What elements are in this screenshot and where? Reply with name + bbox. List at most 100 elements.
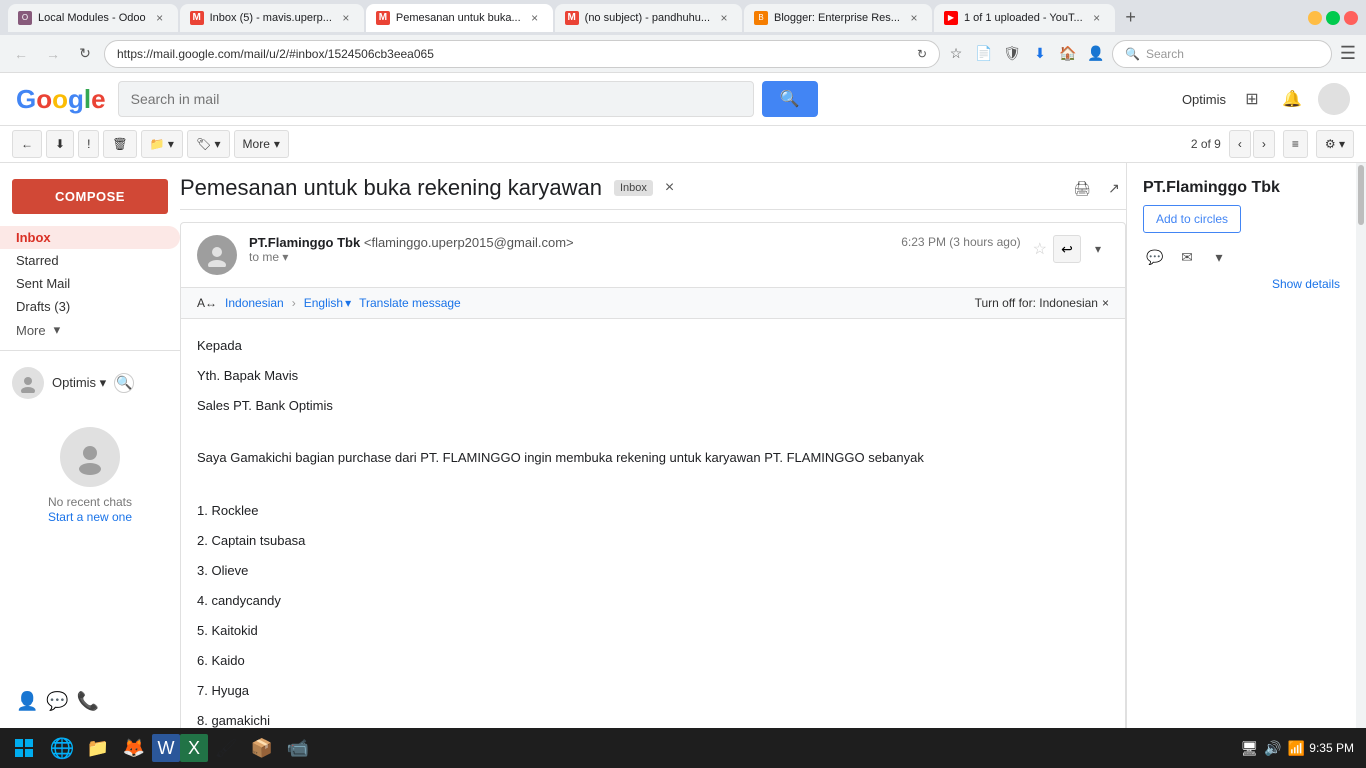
sidebar-more-button[interactable]: More ▾ <box>0 318 180 342</box>
close-button[interactable] <box>1344 11 1358 25</box>
start-chat-link[interactable]: Start a new one <box>48 510 132 524</box>
minimize-button[interactable] <box>1308 11 1322 25</box>
taskbar-excel-icon[interactable]: X <box>180 734 208 762</box>
tab-title-gmail-nosubject: (no subject) - pandhuhu... <box>585 12 710 24</box>
sender-to[interactable]: to me ▾ <box>249 250 889 264</box>
compose-button[interactable]: COMPOSE <box>12 179 168 214</box>
tab-gmail-active[interactable]: M Pemesanan untuk buka... × <box>366 4 553 32</box>
person-bottom-icon[interactable]: 👤 <box>16 691 38 712</box>
next-page-button[interactable]: › <box>1253 130 1275 158</box>
body-intro: Saya Gamakichi bagian purchase dari PT. … <box>197 447 1109 469</box>
right-panel: PT.Flaminggo Tbk Add to circles 💬 ✉ ▾ Sh… <box>1126 163 1356 768</box>
taskbar-ie-icon[interactable]: 🌐 <box>44 730 80 766</box>
tab-blogger[interactable]: B Blogger: Enterprise Res... × <box>744 4 932 32</box>
address-bar[interactable]: https://mail.google.com/mail/u/2/#inbox/… <box>104 40 940 68</box>
reader-icon[interactable]: 📄 <box>974 44 994 64</box>
network-icon[interactable]: 🖥 <box>1241 740 1259 757</box>
tab-close-odoo[interactable]: × <box>152 10 168 26</box>
taskbar-folder-icon[interactable]: 📁 <box>80 730 116 766</box>
user-avatar[interactable] <box>1318 83 1350 115</box>
taskbar-winrar-icon[interactable]: 📦 <box>244 730 280 766</box>
translate-message-link[interactable]: Translate message <box>359 296 461 310</box>
translate-from-lang[interactable]: Indonesian <box>225 296 284 310</box>
delete-button[interactable]: 🗑 <box>103 130 136 158</box>
reply-button[interactable]: ↩ <box>1053 235 1081 263</box>
tab-youtube[interactable]: ▶ 1 of 1 uploaded - YouT... × <box>934 4 1115 32</box>
prev-page-button[interactable]: ‹ <box>1229 130 1251 158</box>
message-actions: ☆ ↩ ▾ <box>1033 235 1109 263</box>
close-translate-icon[interactable]: × <box>1102 296 1109 310</box>
more-contact-icon[interactable]: ▾ <box>1207 245 1231 269</box>
maximize-button[interactable] <box>1326 11 1340 25</box>
move-to-button[interactable]: 📁 ▾ <box>141 130 183 158</box>
taskbar-right: 🖥 🔊 📶 9:35 PM <box>1233 740 1362 757</box>
tab-gmail-inbox[interactable]: M Inbox (5) - mavis.uperp... × <box>180 4 364 32</box>
notifications-icon[interactable]: 🔔 <box>1278 85 1306 113</box>
gmail-search-button[interactable]: 🔍 <box>762 81 818 117</box>
forward-button[interactable]: → <box>40 41 66 67</box>
external-link-icon[interactable]: ↗ <box>1102 176 1126 200</box>
tab-close-gmail2[interactable]: × <box>527 10 543 26</box>
settings-button[interactable]: ⚙ ▾ <box>1316 130 1354 158</box>
more-actions-button[interactable]: More ▾ <box>234 130 289 158</box>
translate-to-lang[interactable]: English ▾ <box>304 296 351 310</box>
tab-title-gmail-inbox: Inbox (5) - mavis.uperp... <box>210 12 332 24</box>
apps-icon[interactable]: ⊞ <box>1238 85 1266 113</box>
signal-icon[interactable]: 📶 <box>1288 740 1305 757</box>
new-tab-button[interactable]: + <box>1117 4 1145 32</box>
view-toggle-button[interactable]: ≡ <box>1283 130 1308 158</box>
tab-close-blogger[interactable]: × <box>906 10 922 26</box>
back-to-inbox-button[interactable]: ← <box>12 130 42 158</box>
scrollbar-thumb[interactable] <box>1358 165 1364 225</box>
tab-odoo[interactable]: O Local Modules - Odoo × <box>8 4 178 32</box>
start-button[interactable] <box>4 728 44 768</box>
turn-off-translate[interactable]: Turn off for: Indonesian × <box>975 296 1109 310</box>
archive-button[interactable]: ⬇ <box>46 130 74 158</box>
sidebar-item-sent[interactable]: Sent Mail <box>0 272 180 295</box>
chat-contact-icon[interactable]: 💬 <box>1143 245 1167 269</box>
tab-gmail-nosubject[interactable]: M (no subject) - pandhuhu... × <box>555 4 742 32</box>
browser-search-bar[interactable]: 🔍 Search <box>1112 40 1332 68</box>
taskbar-word-icon[interactable]: W <box>152 734 180 762</box>
phone-icon[interactable]: 📞 <box>77 691 99 712</box>
email-contact-icon[interactable]: ✉ <box>1175 245 1199 269</box>
search-contacts-icon[interactable]: 🔍 <box>114 373 134 393</box>
back-button[interactable]: ← <box>8 41 34 67</box>
tab-close-youtube[interactable]: × <box>1089 10 1105 26</box>
chat-icon[interactable]: 💬 <box>46 691 68 712</box>
bookmark-icon[interactable]: ☆ <box>946 44 966 64</box>
sidebar-item-inbox[interactable]: Inbox <box>0 226 180 249</box>
chat-avatar-icon <box>72 439 108 475</box>
shield-icon[interactable]: 🛡 <box>1002 44 1022 64</box>
email-message-header: PT.Flaminggo Tbk <flaminggo.uperp2015@gm… <box>181 223 1125 287</box>
taskbar-skype-icon[interactable]: 📹 <box>280 730 316 766</box>
tab-close-gmail1[interactable]: × <box>338 10 354 26</box>
tab-close-gmail3[interactable]: × <box>716 10 732 26</box>
message-more-button[interactable]: ▾ <box>1087 238 1109 260</box>
gmail-search-input[interactable] <box>118 81 754 117</box>
close-subject-icon[interactable]: × <box>665 179 674 197</box>
labels-button[interactable]: 🏷 ▾ <box>187 130 230 158</box>
header-username: Optimis <box>1182 92 1226 107</box>
taskbar-paint-icon[interactable]: 🖌 <box>208 730 244 766</box>
drafts-label: Drafts (3) <box>16 299 168 314</box>
home-icon[interactable]: 🏠 <box>1058 44 1078 64</box>
print-icon[interactable]: 🖨 <box>1070 176 1094 200</box>
logo-g2: g <box>68 84 84 114</box>
profile-icon[interactable]: 👤 <box>1086 44 1106 64</box>
sidebar-item-starred[interactable]: Starred <box>0 249 180 272</box>
star-button[interactable]: ☆ <box>1033 239 1047 259</box>
sidebar-item-drafts[interactable]: Drafts (3) <box>0 295 180 318</box>
scrollbar-track[interactable] <box>1356 163 1366 768</box>
speaker-icon[interactable]: 🔊 <box>1264 740 1281 757</box>
show-details-link[interactable]: Show details <box>1143 277 1340 291</box>
reload-button[interactable]: ↻ <box>72 41 98 67</box>
body-list-1: 1. Rocklee <box>197 500 1109 522</box>
download-icon[interactable]: ⬇ <box>1030 44 1050 64</box>
menu-icon[interactable]: ☰ <box>1338 44 1358 64</box>
taskbar-firefox-icon[interactable]: 🦊 <box>116 730 152 766</box>
optimis-label[interactable]: Optimis ▾ <box>52 375 106 391</box>
report-spam-button[interactable]: ! <box>78 130 99 158</box>
add-to-circles-button[interactable]: Add to circles <box>1143 205 1241 233</box>
starred-label: Starred <box>16 253 168 268</box>
